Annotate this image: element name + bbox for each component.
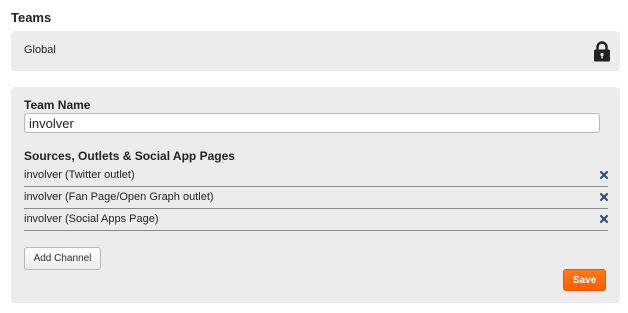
list-item: involver (Social Apps Page) (24, 209, 608, 231)
save-button[interactable]: Save (563, 269, 606, 291)
source-label: involver (Fan Page/Open Graph outlet) (24, 191, 214, 203)
close-icon[interactable] (600, 193, 608, 201)
global-team-label: Global (24, 44, 56, 56)
page-title: Teams (11, 10, 52, 25)
lock-icon (594, 41, 610, 62)
list-item: involver (Fan Page/Open Graph outlet) (24, 187, 608, 209)
team-edit-panel: Team Name Sources, Outlets & Social App … (11, 87, 620, 303)
sources-label: Sources, Outlets & Social App Pages (24, 149, 235, 163)
team-name-label: Team Name (24, 98, 91, 112)
source-label: involver (Twitter outlet) (24, 169, 135, 181)
sources-list: involver (Twitter outlet) involver (Fan … (24, 165, 608, 231)
team-name-input[interactable] (24, 113, 600, 133)
global-team-panel[interactable]: Global (11, 31, 620, 71)
close-icon[interactable] (600, 171, 608, 179)
add-channel-button[interactable]: Add Channel (24, 247, 101, 270)
source-label: involver (Social Apps Page) (24, 213, 159, 225)
list-item: involver (Twitter outlet) (24, 165, 608, 187)
close-icon[interactable] (600, 215, 608, 223)
